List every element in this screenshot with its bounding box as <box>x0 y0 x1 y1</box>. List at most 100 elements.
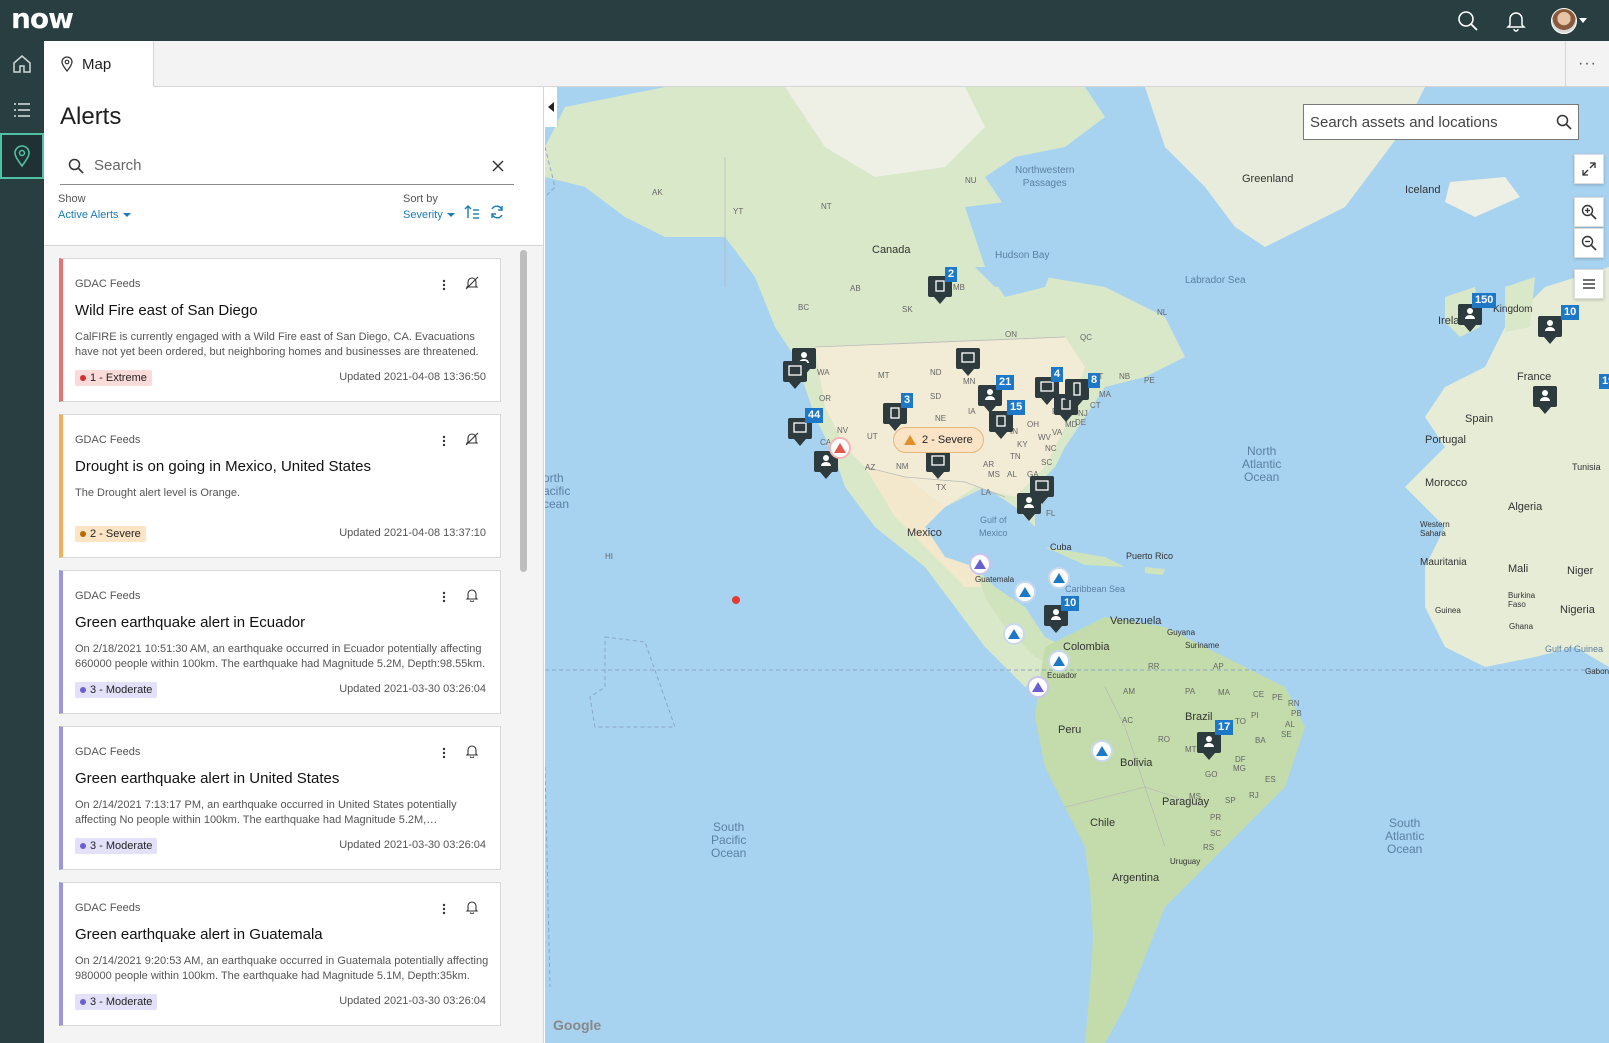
cluster-count-badge[interactable]: 19 <box>1599 374 1609 389</box>
cluster-count-badge[interactable]: 4 <box>1051 367 1064 382</box>
sort-order-button[interactable] <box>462 202 482 222</box>
cluster-count-badge[interactable]: 10 <box>1061 596 1080 611</box>
earthquake-marker[interactable] <box>1091 740 1113 762</box>
expand-icon <box>1582 162 1596 176</box>
search-input[interactable] <box>94 157 486 174</box>
earthquake-marker[interactable] <box>1014 581 1036 603</box>
zoom-in-button[interactable] <box>1574 197 1604 227</box>
cluster-count-badge[interactable]: 2 <box>945 267 958 282</box>
flag-pin-icon[interactable] <box>782 360 808 390</box>
chevron-down-icon <box>1579 18 1587 23</box>
nav-map[interactable] <box>0 133 44 179</box>
person-pin-icon[interactable] <box>1532 385 1558 415</box>
show-filter-dropdown[interactable]: Active Alerts <box>58 209 131 221</box>
map-label: KY <box>1017 440 1028 449</box>
servicenow-logo[interactable]: now <box>11 2 74 35</box>
map-label: AP <box>1213 662 1224 671</box>
more-options-button[interactable] <box>438 433 450 449</box>
more-options-button[interactable] <box>438 589 450 605</box>
alert-card[interactable]: GDAC Feeds Wild Fire east of San Diego Cal… <box>59 258 501 402</box>
alert-title[interactable]: Wild Fire east of San Diego <box>75 302 258 319</box>
bell-button[interactable] <box>464 900 480 917</box>
drought-alert-marker[interactable]: 2 - Severe <box>893 427 984 453</box>
cluster-count-badge[interactable]: 15 <box>1007 400 1026 415</box>
wildfire-marker[interactable] <box>829 437 851 459</box>
refresh-button[interactable] <box>487 202 507 222</box>
bell-button[interactable] <box>464 744 480 761</box>
map-label: Argentina <box>1112 872 1160 884</box>
map-label: AL <box>1285 720 1295 729</box>
earthquake-marker[interactable] <box>969 553 991 575</box>
severity-label: 3 - Moderate <box>90 996 153 1008</box>
cluster-count-badge[interactable]: 21 <box>996 375 1015 390</box>
alert-source: GDAC Feeds <box>75 902 141 914</box>
cluster-count-badge[interactable]: 17 <box>1215 720 1234 735</box>
map-label: SC <box>1041 458 1053 467</box>
home-icon <box>13 55 31 73</box>
severity-badge: 3 - Moderate <box>75 682 158 698</box>
map-label: Western Sahara <box>1420 520 1450 538</box>
cluster-count-badge[interactable]: 44 <box>805 408 824 423</box>
earthquake-marker[interactable] <box>1003 623 1025 645</box>
collapse-panel-button[interactable] <box>545 87 558 127</box>
clear-search-button[interactable] <box>486 154 510 178</box>
updated-timestamp: Updated 2021-03-30 03:26:04 <box>339 839 486 851</box>
alert-card[interactable]: GDAC Feeds Green earthquake alert in Ecua… <box>59 570 501 714</box>
bell-button[interactable] <box>464 588 480 605</box>
map-label: MS <box>988 470 1000 479</box>
cluster-count-badge[interactable]: 150 <box>1472 293 1497 308</box>
map-label: AZ <box>865 463 876 472</box>
scrollbar-thumb[interactable] <box>520 250 527 572</box>
flag-pin-icon[interactable] <box>955 347 981 377</box>
more-options-button[interactable] <box>438 745 450 761</box>
map-label: NL <box>1157 308 1168 317</box>
flag-pin-icon[interactable] <box>925 450 951 480</box>
more-options-button[interactable]: ··· <box>1565 41 1609 87</box>
fullscreen-button[interactable] <box>1574 154 1604 184</box>
layers-menu-button[interactable] <box>1574 269 1604 299</box>
person-pin-icon[interactable] <box>1537 315 1563 345</box>
tab-map[interactable]: Map <box>44 41 154 87</box>
alert-title[interactable]: Drought is on going in Mexico, United St… <box>75 458 371 475</box>
bell-off-button[interactable] <box>464 276 480 295</box>
alert-title[interactable]: Green earthquake alert in United States <box>75 770 339 787</box>
map-label: DF <box>1235 755 1246 764</box>
search-assets-input[interactable] <box>1310 113 1550 131</box>
nav-list[interactable] <box>0 87 44 133</box>
earthquake-marker[interactable] <box>1048 650 1070 672</box>
alert-card[interactable]: GDAC Feeds Green earthquake alert in Unit… <box>59 726 501 870</box>
cluster-count-badge[interactable]: 10 <box>1561 305 1580 320</box>
severity-label: 3 - Moderate <box>90 684 153 696</box>
nav-home[interactable] <box>0 41 44 87</box>
bell-off-icon <box>465 276 479 295</box>
person-pin-icon[interactable] <box>1016 492 1042 522</box>
alert-description: On 2/14/2021 7:13:17 PM, an earthquake o… <box>75 799 457 826</box>
user-avatar-menu[interactable] <box>1551 7 1587 34</box>
sort-dropdown[interactable]: Severity <box>403 209 455 221</box>
alert-title[interactable]: Green earthquake alert in Guatemala <box>75 926 323 943</box>
notifications-bell-icon[interactable] <box>1503 8 1529 34</box>
alert-card[interactable]: GDAC Feeds Green earthquake alert in Guat… <box>59 882 501 1026</box>
search-icon[interactable] <box>1455 8 1481 34</box>
person-pin-icon[interactable] <box>1196 731 1222 761</box>
earthquake-marker[interactable] <box>1027 676 1049 698</box>
cluster-count-badge[interactable]: 3 <box>901 393 914 408</box>
map-search-button[interactable] <box>1550 108 1578 136</box>
zoom-out-button[interactable] <box>1574 228 1604 258</box>
alert-title[interactable]: Green earthquake alert in Ecuador <box>75 614 305 631</box>
device-pin-icon[interactable] <box>1064 378 1090 408</box>
alert-source: GDAC Feeds <box>75 278 141 290</box>
map-label: BC <box>798 303 810 312</box>
alert-card[interactable]: GDAC Feeds Drought is on going in Mexico,… <box>59 414 501 558</box>
map-label: Mexico <box>907 527 942 539</box>
map-label: NB <box>1119 372 1131 381</box>
bell-off-button[interactable] <box>464 432 480 449</box>
map-label: Tunisia <box>1572 462 1601 472</box>
map-label: Chile <box>1090 817 1116 829</box>
map-view[interactable]: Greenland Iceland Canada Hudson Bay Labr… <box>545 87 1609 1043</box>
more-options-button[interactable] <box>438 277 450 293</box>
more-options-button[interactable] <box>438 901 450 917</box>
location-dot[interactable] <box>732 596 740 604</box>
earthquake-marker[interactable] <box>1048 567 1070 589</box>
cluster-count-badge[interactable]: 8 <box>1088 373 1101 388</box>
